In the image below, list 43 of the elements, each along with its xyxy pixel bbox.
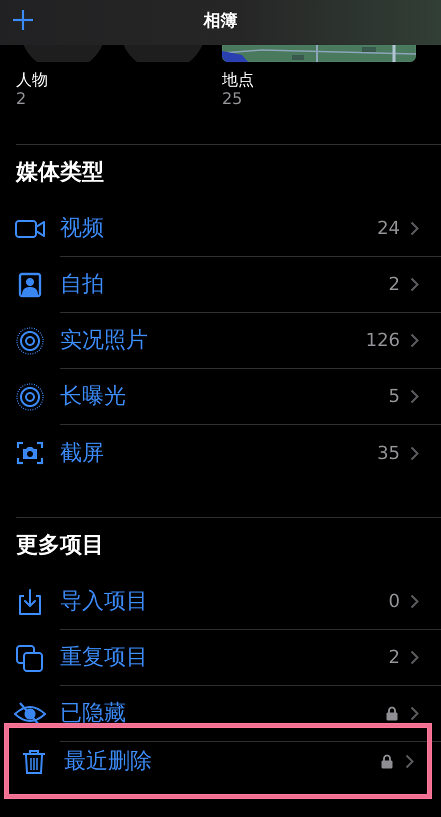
album-name: 自拍 [60, 271, 105, 299]
album-row[interactable]: 实况照片 126 [0, 313, 441, 369]
album-name: 视频 [60, 215, 105, 243]
collection-count: 25 [222, 90, 244, 108]
album-row[interactable]: 最近删除 [4, 723, 432, 799]
album-name: 实况照片 [60, 327, 149, 355]
album-name: 重复项目 [60, 644, 149, 672]
collection-label: 地点 [222, 70, 254, 90]
album-count: 126 [366, 329, 400, 353]
chevron-icon [410, 650, 419, 665]
collection-count: 2 [16, 90, 28, 108]
album-name: 最近删除 [64, 748, 153, 776]
screen-title: 相簿 [202, 10, 238, 33]
album-count: 0 [388, 590, 400, 614]
concentric-circles-icon [14, 326, 46, 356]
album-row[interactable]: 自拍 2 [0, 257, 441, 313]
concentric-circles-icon [14, 382, 46, 412]
chevron-icon [405, 754, 414, 768]
album-name: 截屏 [60, 440, 105, 468]
chevron-icon [410, 594, 419, 609]
album-row[interactable]: 导入项目 0 [0, 574, 441, 630]
album-row[interactable]: 视频 24 [0, 201, 441, 257]
overlapping-squares-icon [14, 643, 46, 673]
album-row[interactable]: 重复项目 2 [0, 630, 441, 686]
chevron-icon [410, 389, 419, 404]
album-count: 2 [388, 273, 400, 297]
chevron-icon [410, 221, 419, 236]
album-count: 24 [377, 217, 400, 241]
section-heading: 更多项目 [15, 532, 105, 560]
collection-label: 人物 [16, 70, 48, 90]
chevron-icon [410, 333, 419, 348]
add-button[interactable] [12, 9, 34, 31]
album-count: 2 [388, 646, 400, 670]
section-heading: 媒体类型 [14, 159, 105, 187]
album-count: 35 [377, 442, 400, 466]
album-name: 长曝光 [60, 383, 127, 411]
chevron-icon [410, 446, 419, 460]
album-row[interactable]: 截屏 35 [0, 425, 441, 481]
album-count: 5 [388, 385, 400, 409]
chevron-icon [410, 277, 419, 292]
album-name: 导入项目 [60, 588, 149, 616]
album-row[interactable]: 长曝光 5 [0, 369, 441, 425]
chevron-icon [410, 706, 419, 721]
